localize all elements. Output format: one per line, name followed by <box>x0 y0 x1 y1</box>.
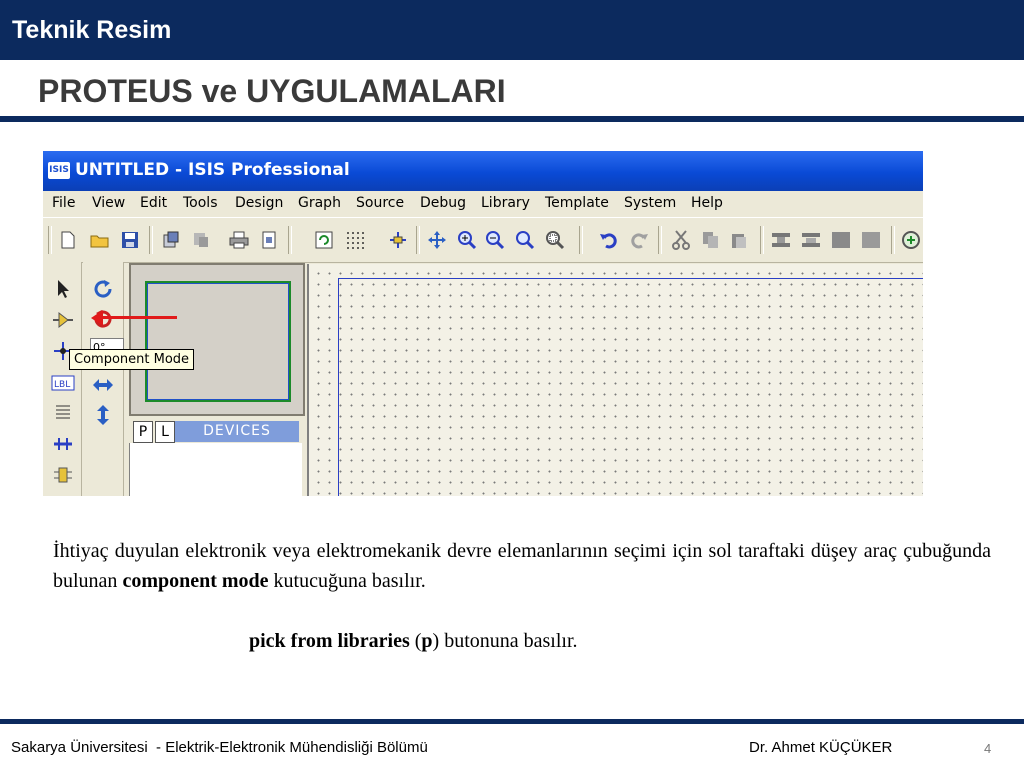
subcircuit-icon[interactable] <box>50 462 76 488</box>
menu-design[interactable]: Design <box>235 195 283 211</box>
pick-from-libraries-button[interactable]: P <box>133 421 153 443</box>
block-delete-icon[interactable] <box>861 230 881 250</box>
mode-toolbar: LBL <box>43 262 82 496</box>
footer-author: Dr. Ahmet KÜÇÜKER <box>749 739 893 756</box>
menu-source[interactable]: Source <box>356 195 404 211</box>
instruction-paragraph: İhtiyaç duyulan elektronik veya elektrom… <box>53 536 991 596</box>
zoom-area-icon[interactable] <box>545 230 565 250</box>
header-bar: Teknik Resim <box>0 0 1024 60</box>
red-arrow-icon <box>91 310 103 326</box>
text-script-icon[interactable] <box>50 400 76 426</box>
isis-logo-icon: ISIS <box>48 162 70 179</box>
footer-divider <box>0 719 1024 724</box>
slide-title: PROTEUS ve UYGULAMALARI <box>38 73 506 109</box>
window-title: UNTITLED - ISIS Professional <box>75 160 350 180</box>
rotate-clockwise-icon[interactable] <box>90 276 116 302</box>
object-selector-header: P L DEVICES <box>129 419 301 443</box>
grid-icon[interactable] <box>345 230 365 250</box>
pan-icon[interactable] <box>427 230 447 250</box>
cut-icon[interactable] <box>671 230 691 250</box>
toolbar-separator <box>891 226 895 254</box>
overview-sheet <box>145 281 291 402</box>
toolbar-separator <box>416 226 420 254</box>
toolbar-separator <box>48 226 52 254</box>
sheet-border <box>338 278 923 496</box>
menu-help[interactable]: Help <box>691 195 723 211</box>
redraw-icon[interactable] <box>314 230 334 250</box>
open-folder-icon[interactable] <box>90 230 110 250</box>
zoom-all-icon[interactable] <box>515 230 535 250</box>
pick-from-libraries-term: pick from libraries <box>249 630 410 652</box>
export-section-icon[interactable] <box>191 230 211 250</box>
menu-system[interactable]: System <box>624 195 676 211</box>
block-rotate-icon[interactable] <box>831 230 851 250</box>
origin-icon[interactable] <box>388 230 408 250</box>
pick-instruction: pick from libraries (p) butonuna basılır… <box>249 630 578 653</box>
pick-device-icon[interactable] <box>901 230 921 250</box>
save-icon[interactable] <box>120 230 140 250</box>
toolbar-separator <box>760 226 764 254</box>
menu-tools[interactable]: Tools <box>183 195 218 211</box>
menu-file[interactable]: File <box>52 195 75 211</box>
red-arrow-shaft <box>101 316 177 319</box>
copy-icon[interactable] <box>701 230 721 250</box>
menu-graph[interactable]: Graph <box>298 195 341 211</box>
menu-view[interactable]: View <box>92 195 125 211</box>
devices-label: DEVICES <box>175 421 299 442</box>
component-mode-tooltip: Component Mode <box>69 349 195 370</box>
wire-label-icon[interactable]: LBL <box>50 370 76 396</box>
component-mode-icon[interactable] <box>50 307 76 333</box>
toolbar-separator <box>288 226 292 254</box>
editing-canvas[interactable] <box>307 264 923 496</box>
undo-icon[interactable] <box>599 230 619 250</box>
overview-window[interactable] <box>129 263 305 416</box>
menu-edit[interactable]: Edit <box>140 195 167 211</box>
paste-icon[interactable] <box>729 230 749 250</box>
svg-text:LBL: LBL <box>54 380 70 390</box>
orientation-toolbar <box>83 262 124 496</box>
menu-bar: File View Edit Tools Design Graph Source… <box>43 191 923 217</box>
isis-screenshot: ISIS UNTITLED - ISIS Professional File V… <box>43 151 923 496</box>
toolbar-separator <box>149 226 153 254</box>
block-copy-icon[interactable] <box>771 230 791 250</box>
zoom-out-icon[interactable] <box>485 230 505 250</box>
bus-icon[interactable] <box>50 431 76 457</box>
devices-list[interactable] <box>129 443 302 496</box>
toolbar-separator <box>658 226 662 254</box>
toolbar-separator <box>579 226 583 254</box>
title-divider <box>0 116 1024 122</box>
mirror-x-icon[interactable] <box>90 372 116 398</box>
mirror-y-icon[interactable] <box>90 402 116 428</box>
library-manager-button[interactable]: L <box>155 421 175 443</box>
redo-icon[interactable] <box>629 230 649 250</box>
zoom-in-icon[interactable] <box>457 230 477 250</box>
instruction-text-end: kutucuğuna basılır. <box>268 570 426 592</box>
new-file-icon[interactable] <box>58 230 78 250</box>
main-toolbar <box>43 217 923 263</box>
menu-template[interactable]: Template <box>545 195 609 211</box>
selection-mode-icon[interactable] <box>50 276 76 302</box>
menu-debug[interactable]: Debug <box>420 195 466 211</box>
pick-instruction-end: ) butonuna basılır. <box>432 630 578 652</box>
footer-institution: Sakarya Üniversitesi - Elektrik-Elektron… <box>11 739 428 756</box>
print-icon[interactable] <box>229 230 249 250</box>
import-section-icon[interactable] <box>161 230 181 250</box>
paren-open: ( <box>409 630 422 652</box>
course-title: Teknik Resim <box>12 16 172 44</box>
page-number: 4 <box>984 741 992 756</box>
component-mode-term: component mode <box>122 570 269 592</box>
set-area-icon[interactable] <box>259 230 279 250</box>
window-titlebar: ISIS UNTITLED - ISIS Professional <box>43 151 923 191</box>
p-key-term: p <box>421 630 433 652</box>
menu-library[interactable]: Library <box>481 195 530 211</box>
block-move-icon[interactable] <box>801 230 821 250</box>
